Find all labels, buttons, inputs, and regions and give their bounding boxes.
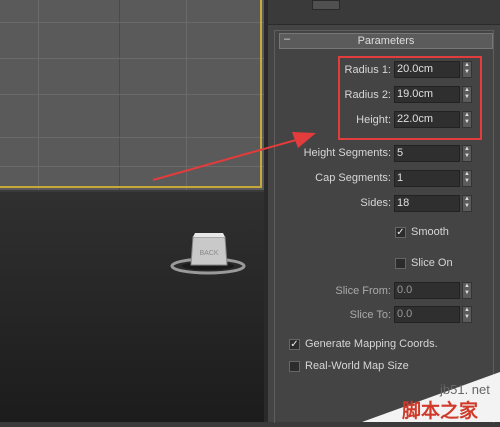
watermark-brand: 脚本之家 (402, 400, 479, 422)
watermark-shape (362, 372, 500, 422)
watermark-url: jb51. net (440, 382, 490, 397)
